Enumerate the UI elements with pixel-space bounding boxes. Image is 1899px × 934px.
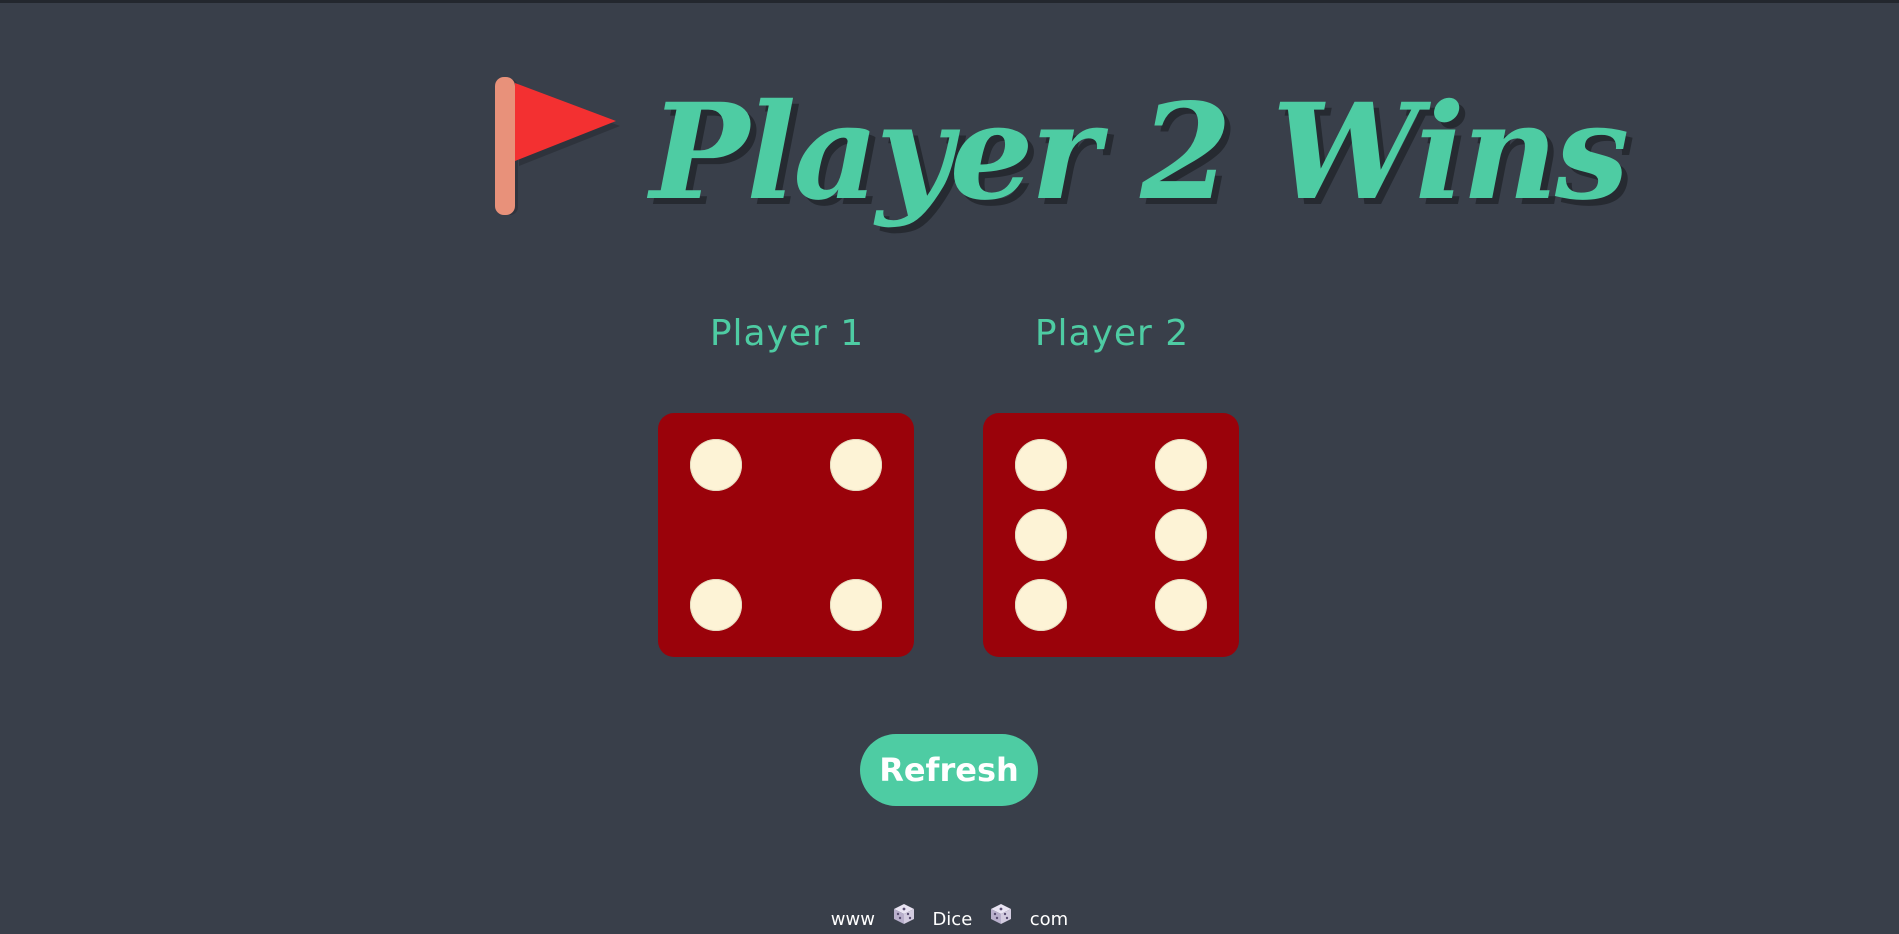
die-pip [690, 439, 742, 491]
title-row: Player 2 Wins [0, 73, 1899, 243]
player-2-die [983, 413, 1239, 657]
player-1-label: Player 1 [709, 313, 865, 354]
die-pip [1155, 579, 1207, 631]
dice-icon [991, 904, 1012, 924]
footer-dice: Dice [932, 909, 973, 930]
die-pip [1015, 579, 1067, 631]
red-flag-icon [495, 77, 620, 215]
player-2-label: Player 2 [1034, 313, 1190, 354]
die-pip [830, 579, 882, 631]
page-title: Player 2 Wins [650, 75, 1629, 230]
die-pip [1015, 509, 1067, 561]
die-pip [1015, 439, 1067, 491]
refresh-button[interactable]: Refresh [860, 734, 1038, 806]
dice-icon [893, 904, 914, 924]
player-1-die [658, 413, 914, 657]
die-pip [830, 439, 882, 491]
footer-www: www [830, 909, 875, 930]
die-pip [690, 579, 742, 631]
die-pip [1155, 439, 1207, 491]
footer: www Dice com [0, 903, 1899, 932]
footer-com: com [1029, 909, 1069, 930]
die-pip [1155, 509, 1207, 561]
